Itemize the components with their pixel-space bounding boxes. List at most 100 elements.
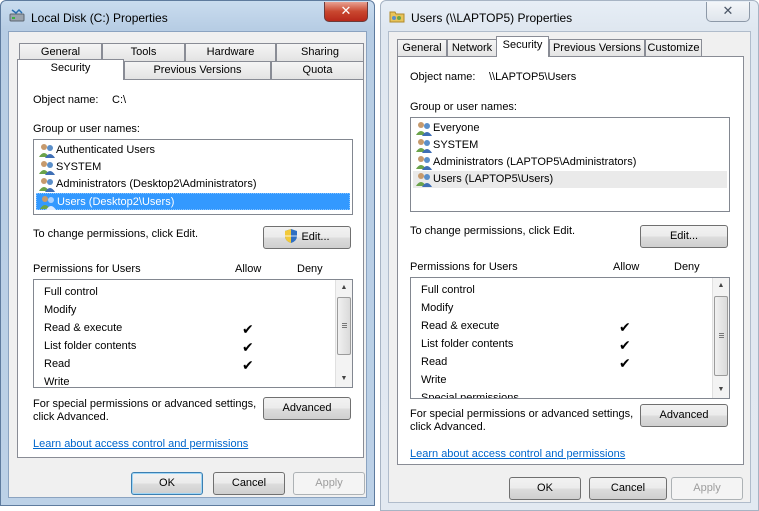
users-icon — [416, 173, 432, 187]
tab-sharing[interactable]: Sharing — [276, 43, 364, 61]
object-name-value: \\LAPTOP5\Users — [489, 71, 577, 83]
permission-row: Modify — [421, 302, 454, 314]
dialog-client: General Tools Hardware Sharing Security … — [8, 31, 367, 498]
permission-row: List folder contents — [421, 338, 514, 350]
users-icon — [40, 196, 56, 210]
list-item[interactable]: Administrators (Desktop2\Administrators) — [36, 176, 350, 193]
list-item[interactable]: Everyone — [413, 120, 727, 137]
users-icon — [416, 122, 432, 136]
permission-row: Full control — [421, 284, 475, 296]
permissions-list[interactable]: Full control Modify Read & execute List … — [33, 279, 353, 388]
user-list[interactable]: Everyone SYSTEM Administrators (LAPTOP5\… — [410, 117, 730, 212]
tab-quota[interactable]: Quota — [271, 61, 364, 79]
permission-row: Read & execute — [421, 320, 500, 332]
permission-row: Modify — [44, 304, 77, 316]
advanced-button[interactable]: Advanced — [263, 397, 351, 420]
close-button[interactable]: ✕ — [706, 2, 750, 22]
change-permissions-text: To change permissions, click Edit. — [33, 228, 199, 240]
scroll-thumb[interactable] — [337, 297, 351, 355]
group-users-label: Group or user names: — [410, 101, 517, 113]
list-item[interactable]: SYSTEM — [36, 159, 350, 176]
users-icon — [39, 144, 55, 158]
cancel-button[interactable]: Cancel — [589, 477, 667, 500]
deny-column-label: Deny — [674, 261, 700, 273]
tab-hardware[interactable]: Hardware — [185, 43, 276, 61]
permission-row: Special permissions — [421, 392, 519, 399]
permission-row: Read — [44, 358, 71, 370]
window-title: Local Disk (C:) Properties — [31, 11, 168, 25]
users-icon — [39, 178, 55, 192]
vertical-scrollbar[interactable]: ▲ ▼ — [712, 278, 729, 398]
learn-access-control-link[interactable]: Learn about access control and permissio… — [410, 448, 625, 460]
object-name-label: Object name: — [410, 71, 476, 83]
scroll-down-arrow-icon[interactable]: ▼ — [713, 382, 729, 398]
local-disk-properties-window: Local Disk (C:) Properties ✕ General Too… — [0, 0, 375, 506]
permissions-for-label: Permissions for Users — [410, 261, 518, 273]
list-item[interactable]: SYSTEM — [413, 137, 727, 154]
users-share-properties-window: Users (\\LAPTOP5) Properties ✕ General N… — [380, 0, 759, 511]
window-title: Users (\\LAPTOP5) Properties — [411, 11, 573, 25]
advanced-button[interactable]: Advanced — [640, 404, 728, 427]
object-name-value: C:\ — [112, 94, 127, 106]
permission-row: Full control — [44, 286, 98, 298]
scroll-up-arrow-icon[interactable]: ▲ — [713, 278, 729, 294]
special-permissions-text: For special permissions or advanced sett… — [33, 398, 257, 410]
ok-button[interactable]: OK — [131, 472, 203, 495]
users-icon — [416, 156, 432, 170]
tab-previous-versions[interactable]: Previous Versions — [124, 61, 271, 79]
permissions-for-label: Permissions for Users — [33, 263, 141, 275]
learn-access-control-link[interactable]: Learn about access control and permissio… — [33, 438, 248, 450]
permission-row: Write — [44, 376, 70, 388]
allow-check-icon: ✔ — [619, 319, 631, 335]
allow-check-icon: ✔ — [242, 321, 254, 337]
tab-previous-versions[interactable]: Previous Versions — [549, 39, 645, 57]
tab-security[interactable]: Security — [496, 36, 549, 57]
allow-check-icon: ✔ — [619, 355, 631, 371]
permissions-list[interactable]: Full control Modify Read & execute List … — [410, 277, 730, 399]
close-button[interactable]: ✕ — [324, 2, 368, 22]
list-item[interactable]: Authenticated Users — [36, 142, 350, 159]
allow-check-icon: ✔ — [619, 337, 631, 353]
tab-network[interactable]: Network — [447, 39, 497, 57]
apply-button[interactable]: Apply — [671, 477, 743, 500]
users-icon — [416, 139, 432, 153]
scroll-up-arrow-icon[interactable]: ▲ — [336, 280, 352, 296]
dialog-client: General Network Security Previous Versio… — [388, 31, 751, 503]
allow-column-label: Allow — [613, 261, 640, 273]
allow-check-icon: ✔ — [242, 357, 254, 373]
deny-column-label: Deny — [297, 263, 323, 275]
tab-customize[interactable]: Customize — [645, 39, 702, 57]
change-permissions-text: To change permissions, click Edit. — [410, 225, 576, 237]
tab-general[interactable]: General — [397, 39, 447, 57]
drive-icon — [9, 9, 25, 22]
scroll-thumb[interactable] — [714, 296, 728, 376]
list-item[interactable]: Administrators (LAPTOP5\Administrators) — [413, 154, 727, 171]
users-icon — [39, 161, 55, 175]
apply-button[interactable]: Apply — [293, 472, 365, 495]
permission-row: Read — [421, 356, 448, 368]
edit-button[interactable]: Edit... — [263, 226, 351, 249]
ok-button[interactable]: OK — [509, 477, 581, 500]
close-icon: ✕ — [722, 3, 734, 18]
group-users-label: Group or user names: — [33, 123, 140, 135]
cancel-button[interactable]: Cancel — [213, 472, 285, 495]
click-advanced-text: click Advanced. — [33, 411, 109, 423]
permission-row: List folder contents — [44, 340, 137, 352]
tab-security[interactable]: Security — [17, 59, 124, 80]
title-bar[interactable]: Local Disk (C:) Properties ✕ — [1, 1, 374, 31]
special-permissions-text: For special permissions or advanced sett… — [410, 408, 634, 420]
security-panel: Object name: C:\ Group or user names: Au… — [17, 79, 364, 458]
user-list[interactable]: Authenticated Users SYSTEM Administrator… — [33, 139, 353, 215]
scroll-down-arrow-icon[interactable]: ▼ — [336, 371, 352, 387]
title-bar[interactable]: Users (\\LAPTOP5) Properties ✕ — [381, 1, 758, 31]
permission-row: Read & execute — [44, 322, 123, 334]
list-item-selected[interactable]: Users (Desktop2\Users) — [36, 193, 350, 210]
edit-button[interactable]: Edit... — [640, 225, 728, 248]
shared-folder-icon — [389, 11, 405, 23]
security-panel: Object name: \\LAPTOP5\Users Group or us… — [397, 56, 744, 465]
vertical-scrollbar[interactable]: ▲ ▼ — [335, 280, 352, 387]
allow-column-label: Allow — [235, 263, 262, 275]
list-item-selected[interactable]: Users (LAPTOP5\Users) — [413, 171, 727, 188]
uac-shield-icon — [285, 229, 298, 243]
click-advanced-text: click Advanced. — [410, 421, 486, 433]
